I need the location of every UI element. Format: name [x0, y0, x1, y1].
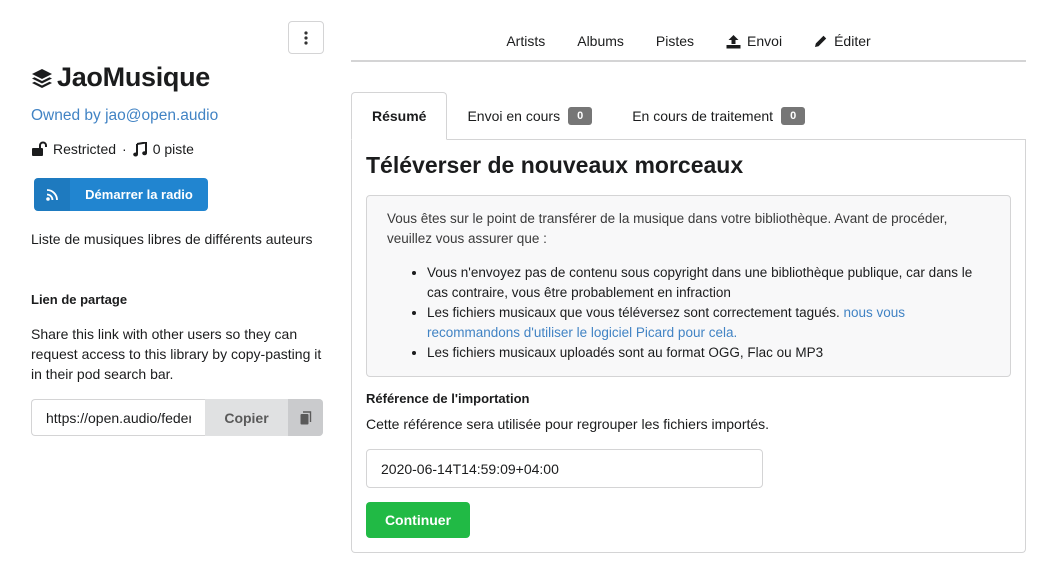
unlock-icon: [32, 141, 47, 156]
upload-title: Téléverser de nouveaux morceaux: [366, 152, 744, 178]
notice-rule: Vous n'envoyez pas de contenu sous copyr…: [427, 263, 990, 303]
share-link-input[interactable]: [31, 399, 205, 436]
upload-icon: [726, 34, 741, 48]
library-menu: Artists Albums Pistes Envoi Éditer: [351, 22, 1026, 62]
menu-edit-label: Éditer: [834, 33, 871, 49]
tab-processing[interactable]: En cours de traitement 0: [612, 92, 826, 140]
import-reference-label: Référence de l'importation: [366, 391, 530, 406]
copy-button[interactable]: Copier: [205, 399, 323, 436]
rss-icon: [34, 178, 70, 211]
vertical-ellipsis-icon: [304, 30, 308, 45]
tab-uploading-label: Envoi en cours: [467, 107, 561, 124]
menu-albums[interactable]: Albums: [561, 23, 640, 59]
tab-summary[interactable]: Résumé: [351, 92, 448, 140]
tab-uploading[interactable]: Envoi en cours 0: [447, 92, 613, 140]
share-link-help: Share this link with other users so they…: [31, 326, 322, 382]
menu-upload[interactable]: Envoi: [710, 23, 798, 59]
upload-tabs: Résumé Envoi en cours 0 En cours de trai…: [351, 92, 1026, 140]
more-options-button[interactable]: [288, 21, 324, 54]
processing-count-badge: 0: [781, 106, 806, 125]
copy-label: Copier: [224, 409, 269, 426]
start-radio-button[interactable]: Démarrer la radio: [34, 178, 208, 211]
notice-rule-text: Les fichiers musicaux que vous téléverse…: [427, 305, 840, 320]
notice-rule: Les fichiers musicaux uploadés sont au f…: [427, 343, 990, 363]
notice-rule: Les fichiers musicaux que vous téléverse…: [427, 303, 990, 343]
upload-notice: Vous êtes sur le point de transférer de …: [366, 195, 1011, 377]
library-description: Liste de musiques libres de différents a…: [31, 231, 313, 247]
share-link-group: Copier: [31, 399, 323, 436]
library-meta: Restricted · 0 piste: [31, 141, 194, 157]
track-count: 0 piste: [152, 141, 194, 157]
notice-intro: Vous êtes sur le point de transférer de …: [387, 211, 948, 246]
menu-tracks[interactable]: Pistes: [640, 23, 710, 59]
music-note-icon: [132, 141, 147, 156]
import-reference-help: Cette référence sera utilisée pour regro…: [366, 416, 770, 432]
continue-button[interactable]: Continuer: [366, 502, 470, 538]
copy-icon: [288, 399, 323, 436]
upload-panel: Téléverser de nouveaux morceaux Vous ête…: [351, 139, 1026, 553]
uploading-count-badge: 0: [568, 106, 593, 125]
library-title: JaoMusique: [31, 62, 210, 93]
owner-link[interactable]: Owned by jao@open.audio: [31, 107, 218, 125]
meta-separator: ·: [122, 141, 127, 157]
menu-edit[interactable]: Éditer: [798, 23, 887, 59]
tab-filler: [825, 92, 1026, 140]
import-reference-input[interactable]: [366, 449, 763, 488]
menu-upload-label: Envoi: [747, 33, 783, 49]
layer-group-icon: [32, 68, 52, 88]
start-radio-label: Démarrer la radio: [85, 187, 193, 202]
share-link-heading: Lien de partage: [31, 292, 128, 307]
library-sidebar: JaoMusique Owned by jao@open.audio Restr…: [0, 0, 340, 573]
menu-artists[interactable]: Artists: [490, 23, 561, 59]
pencil-icon: [815, 35, 827, 47]
tab-processing-label: En cours de traitement: [632, 107, 774, 124]
notice-rules: Vous n'envoyez pas de contenu sous copyr…: [387, 263, 990, 363]
privacy-label: Restricted: [53, 141, 117, 157]
library-name: JaoMusique: [57, 62, 211, 92]
